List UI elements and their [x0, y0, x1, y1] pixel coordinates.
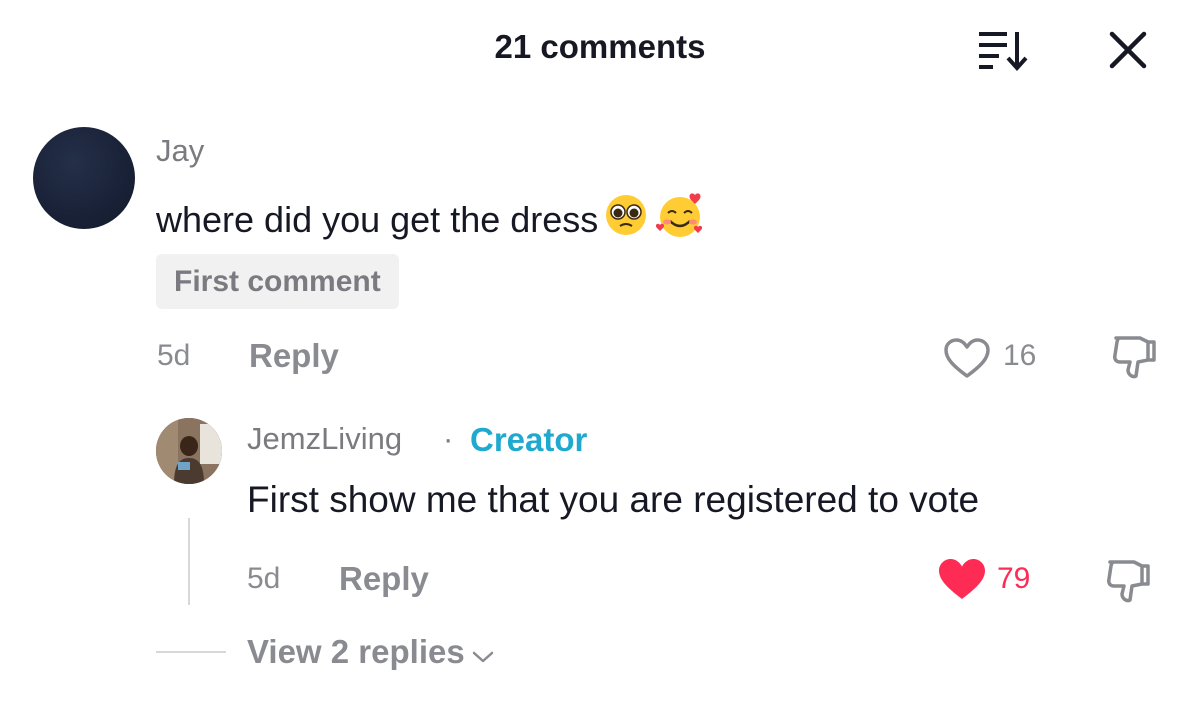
sort-icon[interactable] — [975, 28, 1033, 74]
reply-button[interactable]: Reply — [339, 560, 429, 598]
reply-timestamp: 5d — [247, 562, 281, 595]
view-replies-label: View 2 replies — [247, 633, 465, 670]
pleading-face-emoji — [604, 193, 648, 246]
thread-line — [188, 518, 190, 605]
creator-badge: Creator — [470, 421, 588, 458]
first-comment-badge: First comment — [156, 254, 399, 309]
heart-icon[interactable] — [942, 336, 992, 380]
name-separator: · — [443, 421, 454, 456]
heart-filled-icon[interactable] — [936, 556, 988, 602]
reply-text: First show me that you are registered to… — [247, 479, 980, 520]
dislike-icon[interactable] — [1110, 332, 1158, 382]
comment-body: where did you get the dress — [156, 198, 599, 240]
view-replies-divider — [156, 651, 226, 653]
smiling-face-with-hearts-emoji — [654, 191, 708, 248]
comment-text: where did you get the dress — [156, 191, 708, 248]
close-icon[interactable] — [1104, 26, 1152, 74]
comments-panel: 21 comments Jay where did you get the dr… — [0, 0, 1200, 702]
like-count: 16 — [1003, 339, 1037, 372]
chevron-down-icon — [471, 635, 495, 673]
comment-timestamp: 5d — [157, 339, 191, 372]
view-replies-button[interactable]: View 2 replies — [247, 631, 495, 673]
reply-like-count: 79 — [997, 562, 1031, 595]
dislike-icon[interactable] — [1104, 556, 1152, 606]
creator-avatar[interactable] — [156, 418, 222, 484]
reply-button[interactable]: Reply — [249, 337, 339, 375]
reply-author[interactable]: JemzLiving — [247, 421, 402, 457]
avatar[interactable] — [33, 127, 135, 229]
comment-author[interactable]: Jay — [156, 133, 204, 169]
